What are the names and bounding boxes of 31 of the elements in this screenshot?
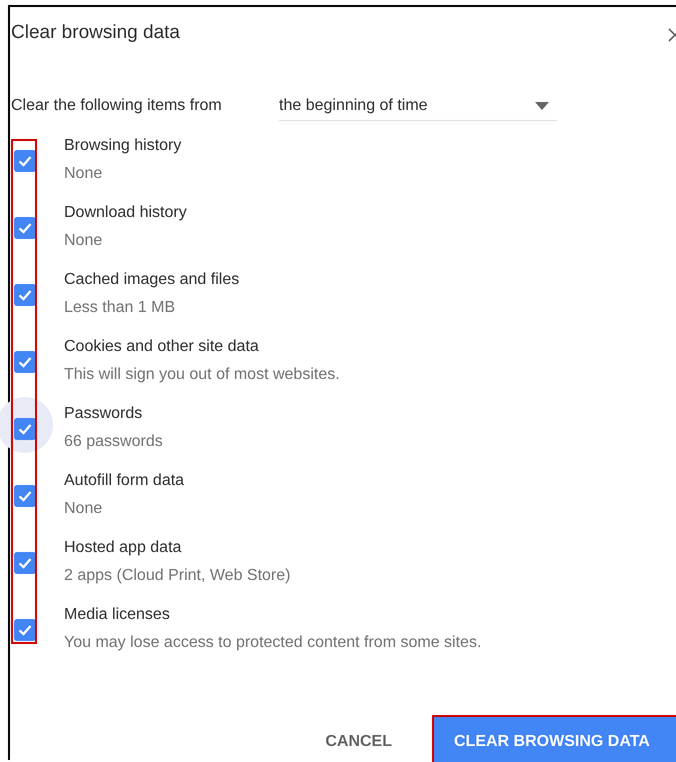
- item-label: Media licenses: [64, 605, 171, 625]
- checkbox[interactable]: [14, 552, 36, 574]
- item-label: Browsing history: [64, 136, 182, 156]
- item-detail: You may lose access to protected content from some sites.: [64, 633, 482, 653]
- checkbox[interactable]: [14, 619, 36, 641]
- checkbox[interactable]: [14, 150, 36, 172]
- item-detail: This will sign you out of most websites.: [64, 365, 340, 385]
- item-label: Cached images and files: [64, 270, 240, 290]
- checkbox[interactable]: [14, 485, 36, 507]
- checkbox[interactable]: [14, 217, 36, 239]
- checkbox[interactable]: [14, 351, 36, 373]
- item-detail: 66 passwords: [64, 432, 163, 452]
- item-detail: None: [64, 499, 104, 519]
- clear-data-button[interactable]: CLEAR BROWSING DATA: [434, 717, 676, 762]
- caret-icon: [535, 102, 549, 110]
- item-label: Autofill form data: [64, 471, 184, 491]
- item-detail: None: [64, 231, 104, 251]
- dialog-title: Clear browsing data: [11, 22, 180, 44]
- time-range-dropdown[interactable]: the beginning of time: [279, 91, 557, 121]
- item-label: Passwords: [64, 404, 144, 424]
- checkbox[interactable]: [14, 284, 36, 306]
- time-range-label: Clear the following items from: [11, 97, 223, 115]
- item-label: Cookies and other site data: [64, 337, 260, 357]
- item-detail: None: [64, 164, 104, 184]
- checkbox[interactable]: [14, 418, 36, 440]
- cancel-button[interactable]: CANCEL: [319, 732, 398, 752]
- item-label: Hosted app data: [64, 538, 182, 558]
- item-label: Download history: [64, 203, 187, 223]
- close-icon[interactable]: [668, 28, 676, 42]
- item-detail: Less than 1 MB: [64, 298, 176, 318]
- item-detail: 2 apps (Cloud Print, Web Store): [64, 566, 290, 586]
